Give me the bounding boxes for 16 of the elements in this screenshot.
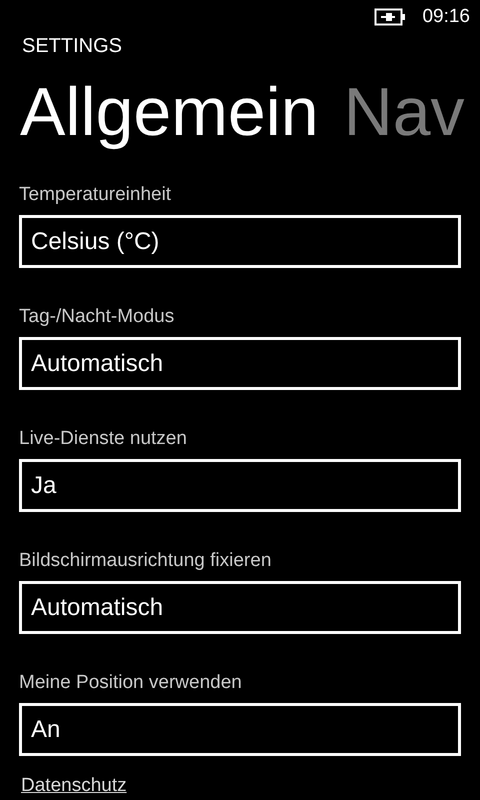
picker-field[interactable]: Automatisch <box>19 581 461 634</box>
setting-label: Live-Dienste nutzen <box>19 428 188 450</box>
clock-time: 09:16 <box>422 4 470 29</box>
picker-field[interactable]: Ja <box>19 459 461 512</box>
battery-charging-icon <box>374 8 406 26</box>
pivot-tab[interactable]: Allgemein <box>20 70 319 154</box>
picker-field[interactable]: Celsius (°C) <box>19 215 461 268</box>
pivot-tab[interactable]: Nav <box>344 70 465 154</box>
picker-field[interactable]: An <box>19 703 461 756</box>
picker-field[interactable]: Automatisch <box>19 337 461 390</box>
setting-label: Temperatureinheit <box>19 184 172 206</box>
setting-label: Meine Position verwenden <box>19 672 243 694</box>
setting-label: Bildschirmausrichtung fixieren <box>19 550 272 572</box>
setting-label: Tag-/Nacht-Modus <box>19 306 176 328</box>
privacy-link[interactable]: Datenschutz <box>21 775 127 797</box>
app-title: SETTINGS <box>22 34 124 58</box>
